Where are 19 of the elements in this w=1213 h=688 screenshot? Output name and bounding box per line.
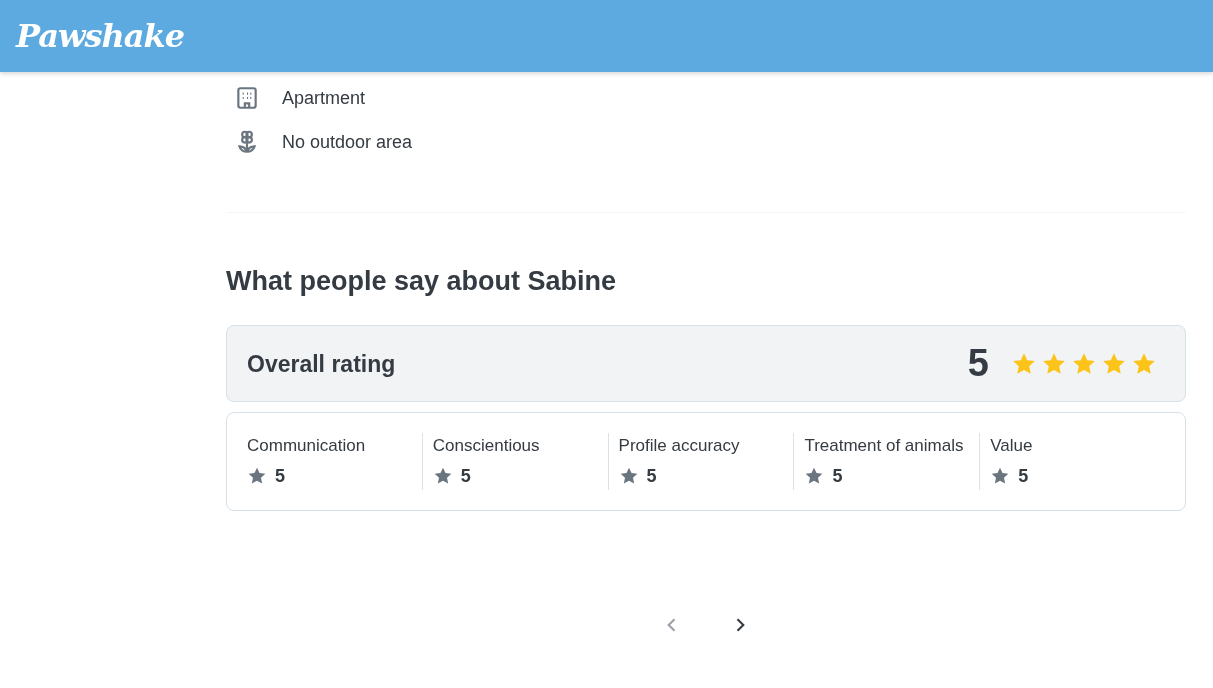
category-score: 5: [832, 464, 843, 488]
feature-label: Apartment: [282, 86, 366, 110]
building-icon: [234, 85, 260, 111]
chevron-right-icon: [736, 618, 745, 632]
section-heading: What people say about Sabine: [226, 265, 618, 298]
overall-score: 5: [967, 341, 989, 387]
category-label: Treatment of animals: [804, 435, 965, 458]
logo[interactable]: Pawshake: [16, 12, 185, 60]
category-score: 5: [1018, 464, 1029, 488]
overall-rating-label: Overall rating: [247, 349, 396, 379]
category-label: Conscientious: [432, 435, 541, 458]
feature-label: No outdoor area: [282, 130, 413, 154]
category-label: Value: [990, 435, 1034, 458]
category-score: 5: [460, 464, 471, 488]
category-label: Profile accuracy: [618, 435, 741, 458]
chevron-left-icon: [667, 618, 676, 632]
category-label: Communication: [247, 435, 367, 458]
category-score: 5: [646, 464, 657, 488]
category-score: 5: [275, 464, 285, 488]
